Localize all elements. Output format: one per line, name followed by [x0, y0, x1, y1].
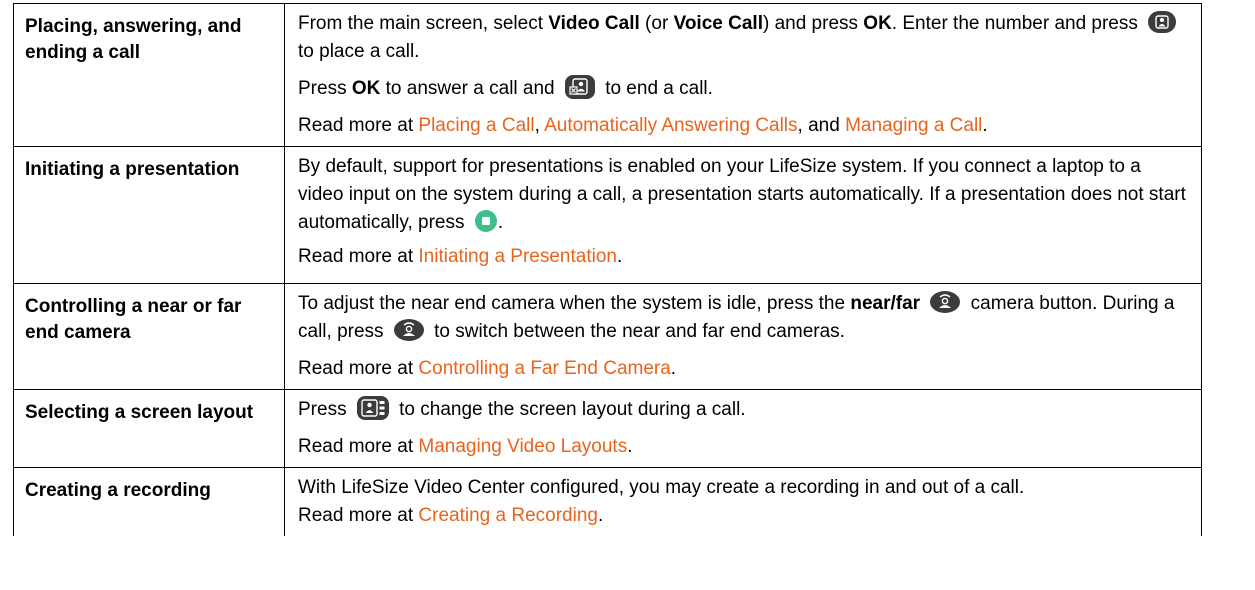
bold-text: OK	[351, 78, 381, 99]
call-button-icon	[1147, 10, 1177, 34]
paragraph: From the main screen, select Video Call …	[298, 10, 1191, 66]
paragraph: Press to change the screen layout during…	[298, 395, 1191, 424]
text: to place a call.	[298, 41, 420, 62]
description-cell: By default, support for presentations is…	[284, 146, 1202, 284]
link-automatically-answering-calls[interactable]: Automatically Answering Calls	[544, 115, 797, 136]
paragraph: To adjust the near end camera when the s…	[298, 290, 1191, 346]
table-row: Selecting a screen layout Press to chang…	[13, 389, 1202, 468]
paragraph: With LifeSize Video Center configured, y…	[298, 474, 1191, 502]
hang-up-button-icon	[564, 74, 596, 100]
text: . Enter the number and press	[891, 13, 1138, 34]
link-placing-a-call[interactable]: Placing a Call	[418, 115, 534, 136]
table-row: Placing, answering, and ending a call Fr…	[13, 3, 1202, 147]
paragraph: Read more at Controlling a Far End Camer…	[298, 355, 1191, 383]
text: By default, support for presentations is…	[298, 156, 1186, 233]
table-row: Controlling a near or far end camera To …	[13, 283, 1202, 390]
text: .	[616, 246, 623, 267]
description-cell: With LifeSize Video Center configured, y…	[284, 467, 1202, 536]
near-far-camera-button-icon	[393, 318, 425, 342]
text: .	[597, 505, 604, 526]
text: to change the screen layout during a cal…	[399, 399, 746, 420]
text: to switch between the near and far end c…	[434, 321, 845, 342]
text: With LifeSize Video Center configured, y…	[298, 477, 1025, 498]
text: .	[982, 115, 988, 136]
feature-table: Placing, answering, and ending a call Fr…	[13, 3, 1202, 536]
paragraph: By default, support for presentations is…	[298, 153, 1191, 237]
term-cell: Creating a recording	[13, 467, 285, 536]
text: ) and press	[762, 13, 864, 34]
paragraph: Read more at Placing a Call, Automatical…	[298, 112, 1191, 140]
link-initiating-a-presentation[interactable]: Initiating a Presentation	[418, 246, 617, 267]
text: From the main screen, select	[298, 13, 549, 34]
text: .	[627, 436, 633, 457]
text: Read more at	[298, 505, 419, 526]
bold-text: OK	[863, 13, 892, 34]
paragraph: Read more at Initiating a Presentation.	[298, 243, 1191, 271]
link-managing-a-call[interactable]: Managing a Call	[845, 115, 982, 136]
table-row: Creating a recording With LifeSize Video…	[13, 467, 1202, 536]
text: Press	[298, 399, 347, 420]
layout-button-icon	[356, 395, 390, 421]
term-cell: Placing, answering, and ending a call	[13, 3, 285, 147]
term-cell: Initiating a presentation	[13, 146, 285, 284]
description-cell: From the main screen, select Video Call …	[284, 3, 1202, 147]
link-controlling-a-far-end-camera[interactable]: Controlling a Far End Camera	[418, 358, 670, 379]
bold-text: Video Call	[548, 13, 640, 34]
text: Read more at	[298, 246, 419, 267]
text: to answer a call and	[380, 78, 555, 99]
text: .	[497, 212, 504, 233]
term-cell: Controlling a near or far end camera	[13, 283, 285, 390]
term-cell: Selecting a screen layout	[13, 389, 285, 468]
text: to end a call.	[605, 78, 713, 99]
description-cell: Press to change the screen layout during…	[284, 389, 1202, 468]
text: .	[670, 358, 677, 379]
table-row: Initiating a presentation By default, su…	[13, 146, 1202, 284]
link-creating-a-recording[interactable]: Creating a Recording	[418, 505, 598, 526]
description-cell: To adjust the near end camera when the s…	[284, 283, 1202, 390]
bold-text: Voice Call	[673, 13, 763, 34]
link-managing-video-layouts[interactable]: Managing Video Layouts	[418, 436, 627, 457]
text: ,	[534, 115, 545, 136]
text: To adjust the near end camera when the s…	[298, 293, 851, 314]
text: (or	[639, 13, 674, 34]
bold-text: near/far	[850, 293, 921, 314]
paragraph: Press OK to answer a call and to end a c…	[298, 74, 1191, 103]
text: Read more at	[298, 436, 419, 457]
text: Read more at	[298, 115, 419, 136]
paragraph: Read more at Managing Video Layouts.	[298, 433, 1191, 461]
text: Press	[298, 78, 352, 99]
text: Read more at	[298, 358, 419, 379]
near-far-camera-button-icon	[929, 290, 961, 314]
paragraph: Read more at Creating a Recording.	[298, 502, 1191, 530]
text: , and	[797, 115, 846, 136]
presentation-button-icon	[474, 209, 498, 233]
